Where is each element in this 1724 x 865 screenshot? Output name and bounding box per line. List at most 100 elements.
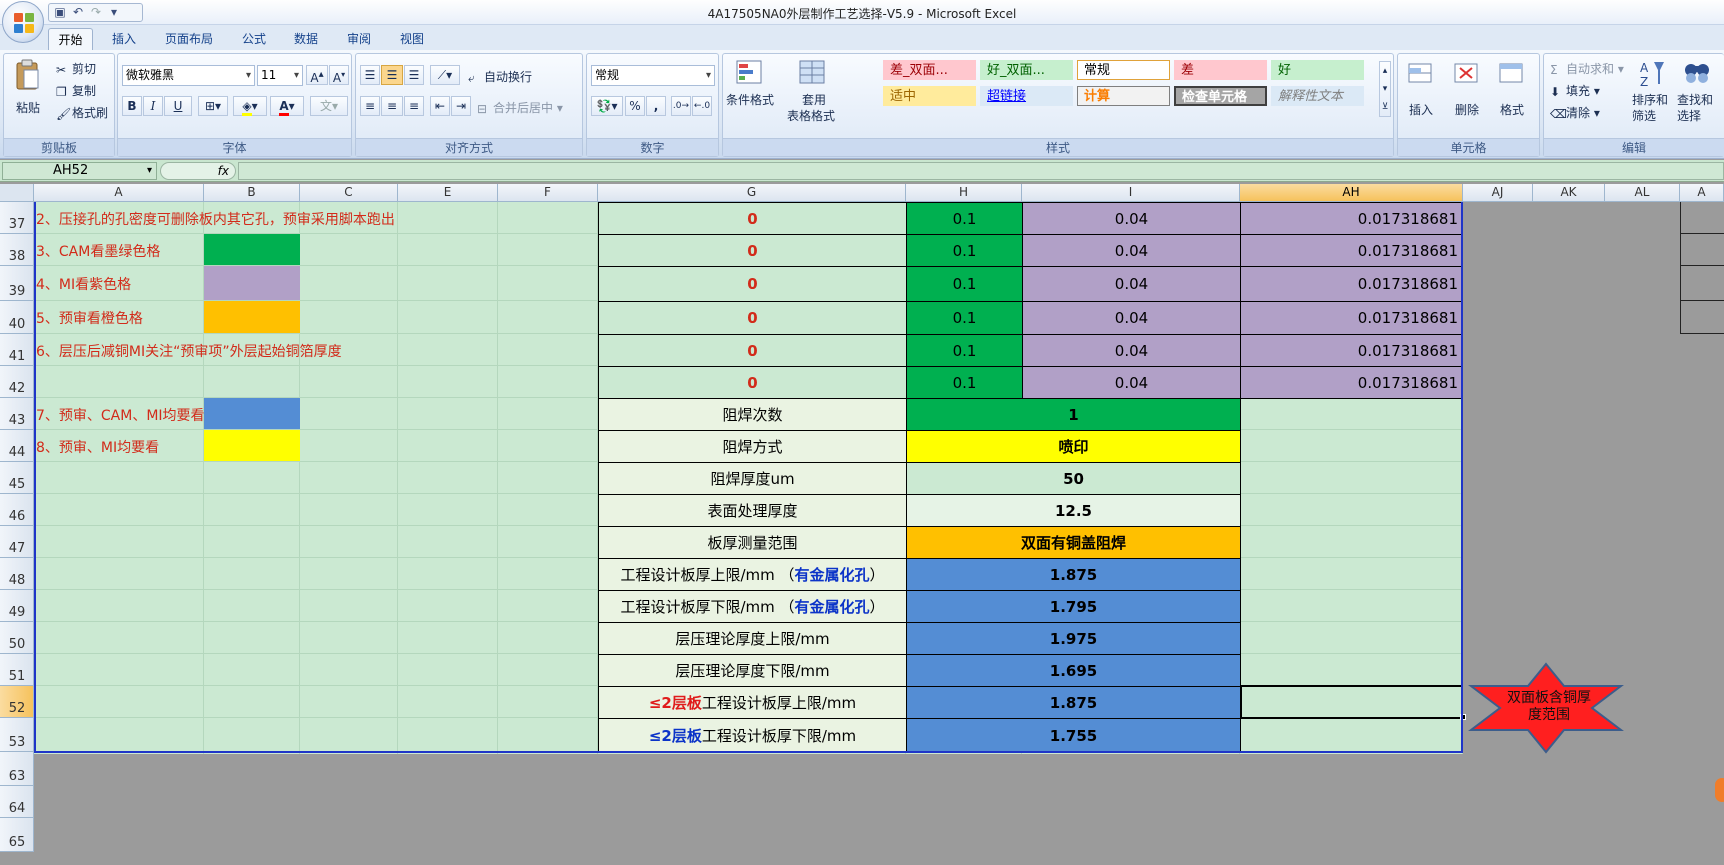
row-header-46[interactable]: 46	[0, 494, 34, 526]
autosum-button[interactable]: Σ 自动求和 ▾	[1550, 60, 1624, 77]
row-header-43[interactable]: 43	[0, 398, 34, 430]
fill-button[interactable]: ⬇ 填充 ▾	[1550, 82, 1600, 99]
cell-style-7[interactable]: 计算	[1077, 86, 1170, 106]
cell-i[interactable]: 0.04	[1022, 266, 1241, 302]
row-header-37[interactable]: 37	[0, 202, 34, 234]
cell-h[interactable]: 0.1	[906, 202, 1023, 235]
align-left-button[interactable]: ≡	[360, 96, 380, 116]
tab-review[interactable]: 审阅	[343, 28, 375, 50]
row-header-42[interactable]: 42	[0, 366, 34, 398]
wrap-text-button[interactable]: ⤶ 自动换行	[468, 68, 532, 85]
column-header-a[interactable]: A	[34, 184, 204, 202]
cell-h[interactable]: 0.1	[906, 334, 1023, 367]
param-value[interactable]: 双面有铜盖阻焊	[906, 526, 1241, 559]
tab-formulas[interactable]: 公式	[238, 28, 270, 50]
cell-ah[interactable]: 0.017318681	[1240, 301, 1463, 335]
row-header-50[interactable]: 50	[0, 622, 34, 654]
cell-g[interactable]: 0	[598, 202, 907, 235]
cell-ah[interactable]: 0.017318681	[1240, 234, 1463, 267]
increase-indent-button[interactable]: ⇥	[451, 96, 471, 116]
param-value[interactable]: 1.695	[906, 654, 1241, 687]
cell-i[interactable]: 0.04	[1022, 334, 1241, 367]
param-label[interactable]: ≤2层板 工程设计板厚上限/mm	[598, 686, 907, 719]
cell-ah[interactable]: 0.017318681	[1240, 334, 1463, 367]
sort-filter-button[interactable]: 筛选	[1632, 107, 1656, 124]
param-label[interactable]: 表面处理厚度	[598, 494, 907, 527]
office-button[interactable]	[2, 1, 44, 43]
cell-ah[interactable]: 0.017318681	[1240, 202, 1463, 235]
param-value[interactable]: 1.975	[906, 622, 1241, 655]
column-header-i[interactable]: I	[1022, 184, 1240, 202]
column-header-g[interactable]: G	[598, 184, 906, 202]
param-label[interactable]: 工程设计板厚下限/mm （有金属化孔）	[598, 590, 907, 623]
clear-button[interactable]: ⌫清除 ▾	[1550, 104, 1600, 121]
row-header-64[interactable]: 64	[0, 786, 34, 818]
cell-g[interactable]: 0	[598, 234, 907, 267]
merge-center-button[interactable]: ⊟ 合并后居中 ▾	[477, 99, 563, 116]
copy-button[interactable]: ❐ 复制	[56, 82, 96, 99]
cell-i[interactable]: 0.04	[1022, 234, 1241, 267]
fill-handle[interactable]	[1460, 714, 1466, 720]
param-label[interactable]: 板厚测量范围	[598, 526, 907, 559]
param-label[interactable]: 工程设计板厚上限/mm （有金属化孔）	[598, 558, 907, 591]
cell-i[interactable]: 0.04	[1022, 301, 1241, 335]
tab-view[interactable]: 视图	[396, 28, 428, 50]
bold-button[interactable]: B	[122, 96, 142, 116]
row-header-52[interactable]: 52	[0, 686, 34, 718]
tab-home[interactable]: 开始	[48, 28, 93, 50]
increase-decimal-button[interactable]: .0→	[671, 96, 691, 116]
cell-h[interactable]: 0.1	[906, 234, 1023, 267]
row-header-41[interactable]: 41	[0, 334, 34, 366]
cell-g[interactable]: 0	[598, 266, 907, 302]
insert-button[interactable]: 插入	[1409, 101, 1433, 118]
column-header-al[interactable]: AL	[1605, 184, 1680, 202]
italic-button[interactable]: I	[143, 96, 163, 116]
param-label[interactable]: 阻焊次数	[598, 398, 907, 431]
align-right-button[interactable]: ≡	[404, 96, 424, 116]
underline-button[interactable]: U	[164, 96, 192, 116]
tab-data[interactable]: 数据	[290, 28, 322, 50]
param-value[interactable]: 12.5	[906, 494, 1241, 527]
param-value[interactable]: 50	[906, 462, 1241, 495]
row-header-53[interactable]: 53	[0, 718, 34, 752]
table-format-label-1[interactable]: 套用	[802, 91, 826, 108]
column-header-a[interactable]: A	[1680, 184, 1724, 202]
cell-h[interactable]: 0.1	[906, 366, 1023, 399]
cell-ah[interactable]: 0.017318681	[1240, 266, 1463, 302]
row-header-39[interactable]: 39	[0, 266, 34, 301]
param-value[interactable]: 1.875	[906, 686, 1241, 719]
column-header-e[interactable]: E	[398, 184, 498, 202]
paste-button[interactable]: 粘贴	[16, 99, 40, 116]
select-all-corner[interactable]	[0, 184, 34, 202]
font-name-combo[interactable]: 微软雅黑	[122, 65, 255, 86]
phonetic-button[interactable]: 文▾	[310, 96, 348, 116]
grow-font-button[interactable]: A▴	[306, 65, 328, 85]
cell-style-1[interactable]: 好_双面...	[980, 60, 1073, 80]
column-header-b[interactable]: B	[204, 184, 300, 202]
cell-style-4[interactable]: 好	[1271, 60, 1364, 80]
table-format-button[interactable]: 表格格式	[787, 107, 835, 124]
tab-insert[interactable]: 插入	[108, 28, 140, 50]
delete-button[interactable]: 删除	[1455, 101, 1479, 118]
cell-g[interactable]: 0	[598, 334, 907, 367]
param-value[interactable]: 喷印	[906, 430, 1241, 463]
name-box[interactable]: AH52	[2, 162, 157, 180]
sort-filter-label[interactable]: 排序和	[1632, 91, 1668, 108]
row-header-38[interactable]: 38	[0, 234, 34, 266]
param-label[interactable]: 阻焊厚度um	[598, 462, 907, 495]
fx-button[interactable]: fx	[160, 162, 236, 180]
font-size-combo[interactable]: 11	[257, 65, 303, 86]
border-button[interactable]: ⊞▾	[198, 96, 228, 116]
row-header-44[interactable]: 44	[0, 430, 34, 462]
param-label[interactable]: ≤2层板 工程设计板厚下限/mm	[598, 718, 907, 753]
cell-i[interactable]: 0.04	[1022, 202, 1241, 235]
cell-h[interactable]: 0.1	[906, 266, 1023, 302]
tab-page-layout[interactable]: 页面布局	[161, 28, 217, 50]
align-middle-button[interactable]: ☰	[381, 65, 403, 85]
column-header-ah[interactable]: AH	[1240, 184, 1463, 202]
row-header-63[interactable]: 63	[0, 752, 34, 786]
row-header-51[interactable]: 51	[0, 654, 34, 686]
fill-color-button[interactable]: ◈▾	[233, 96, 267, 116]
param-label[interactable]: 层压理论厚度上限/mm	[598, 622, 907, 655]
row-header-49[interactable]: 49	[0, 590, 34, 622]
